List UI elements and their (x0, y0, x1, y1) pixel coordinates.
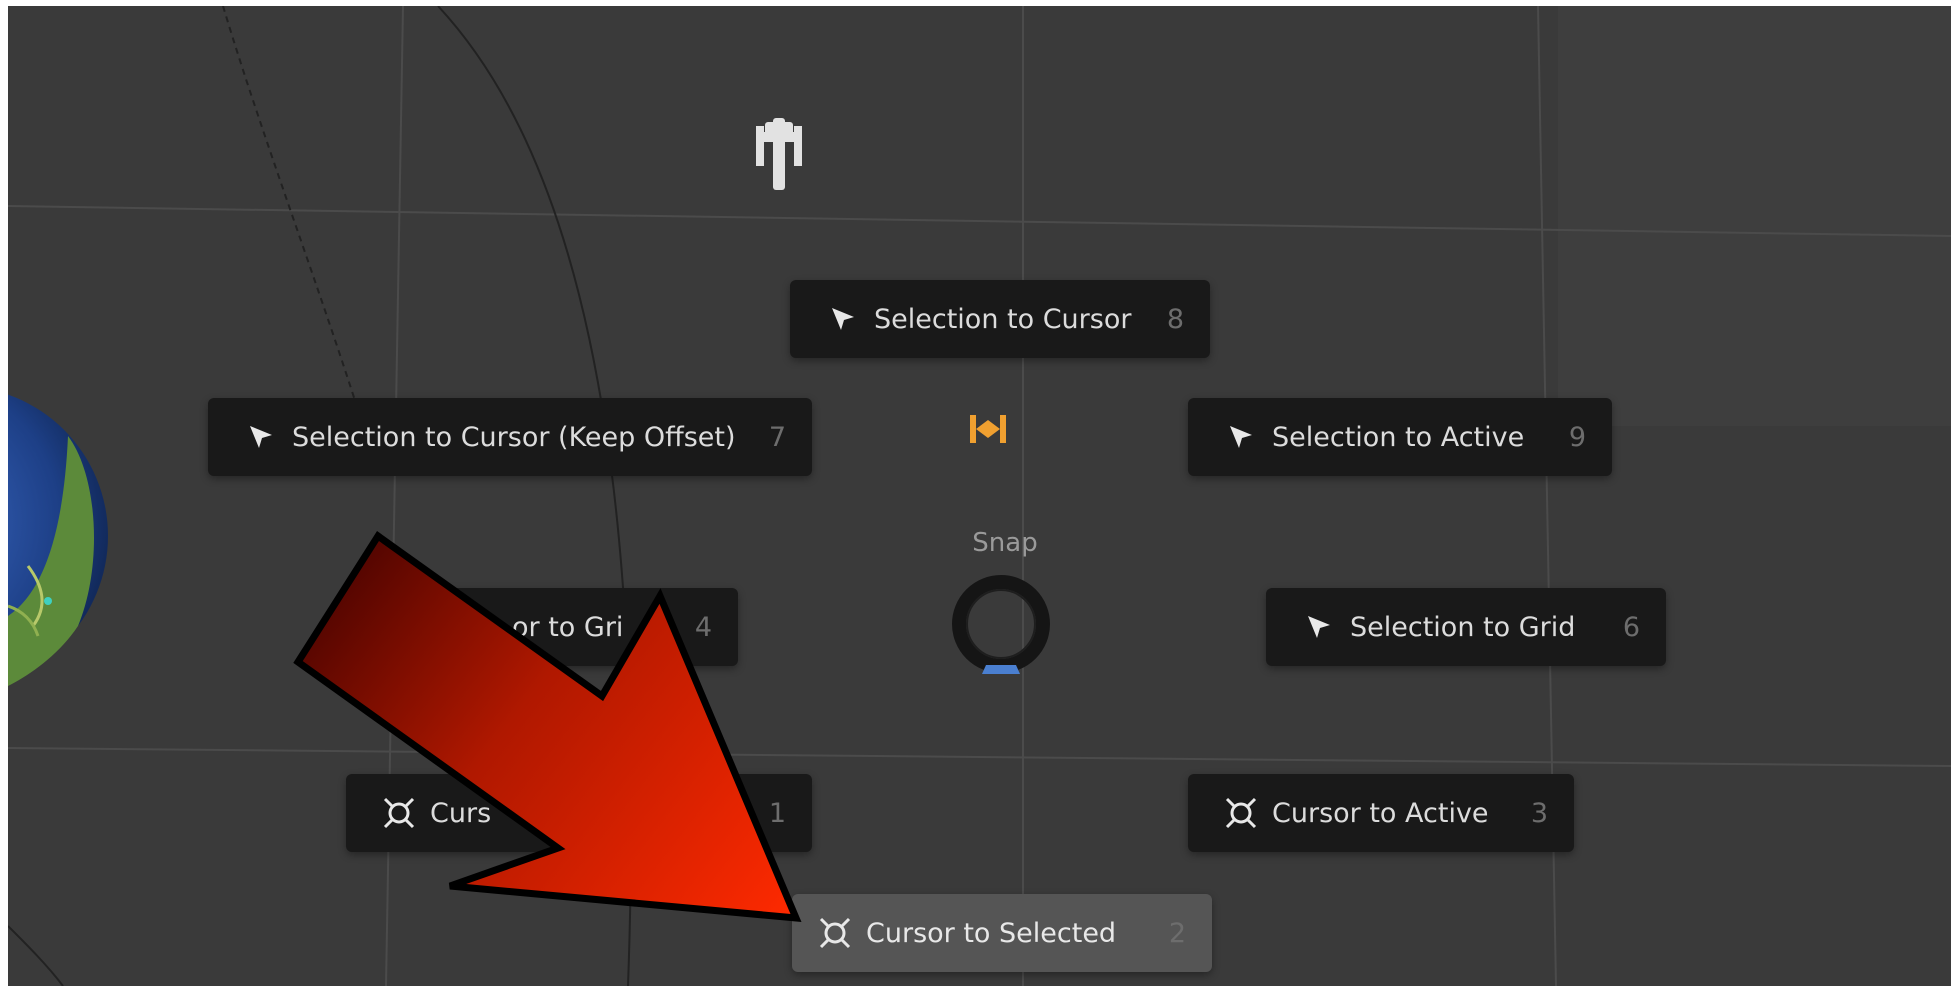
annotation-arrow-icon (293, 531, 802, 923)
3d-viewport[interactable]: Selection to Cursor 8 Selection to Curso… (8, 6, 1951, 986)
